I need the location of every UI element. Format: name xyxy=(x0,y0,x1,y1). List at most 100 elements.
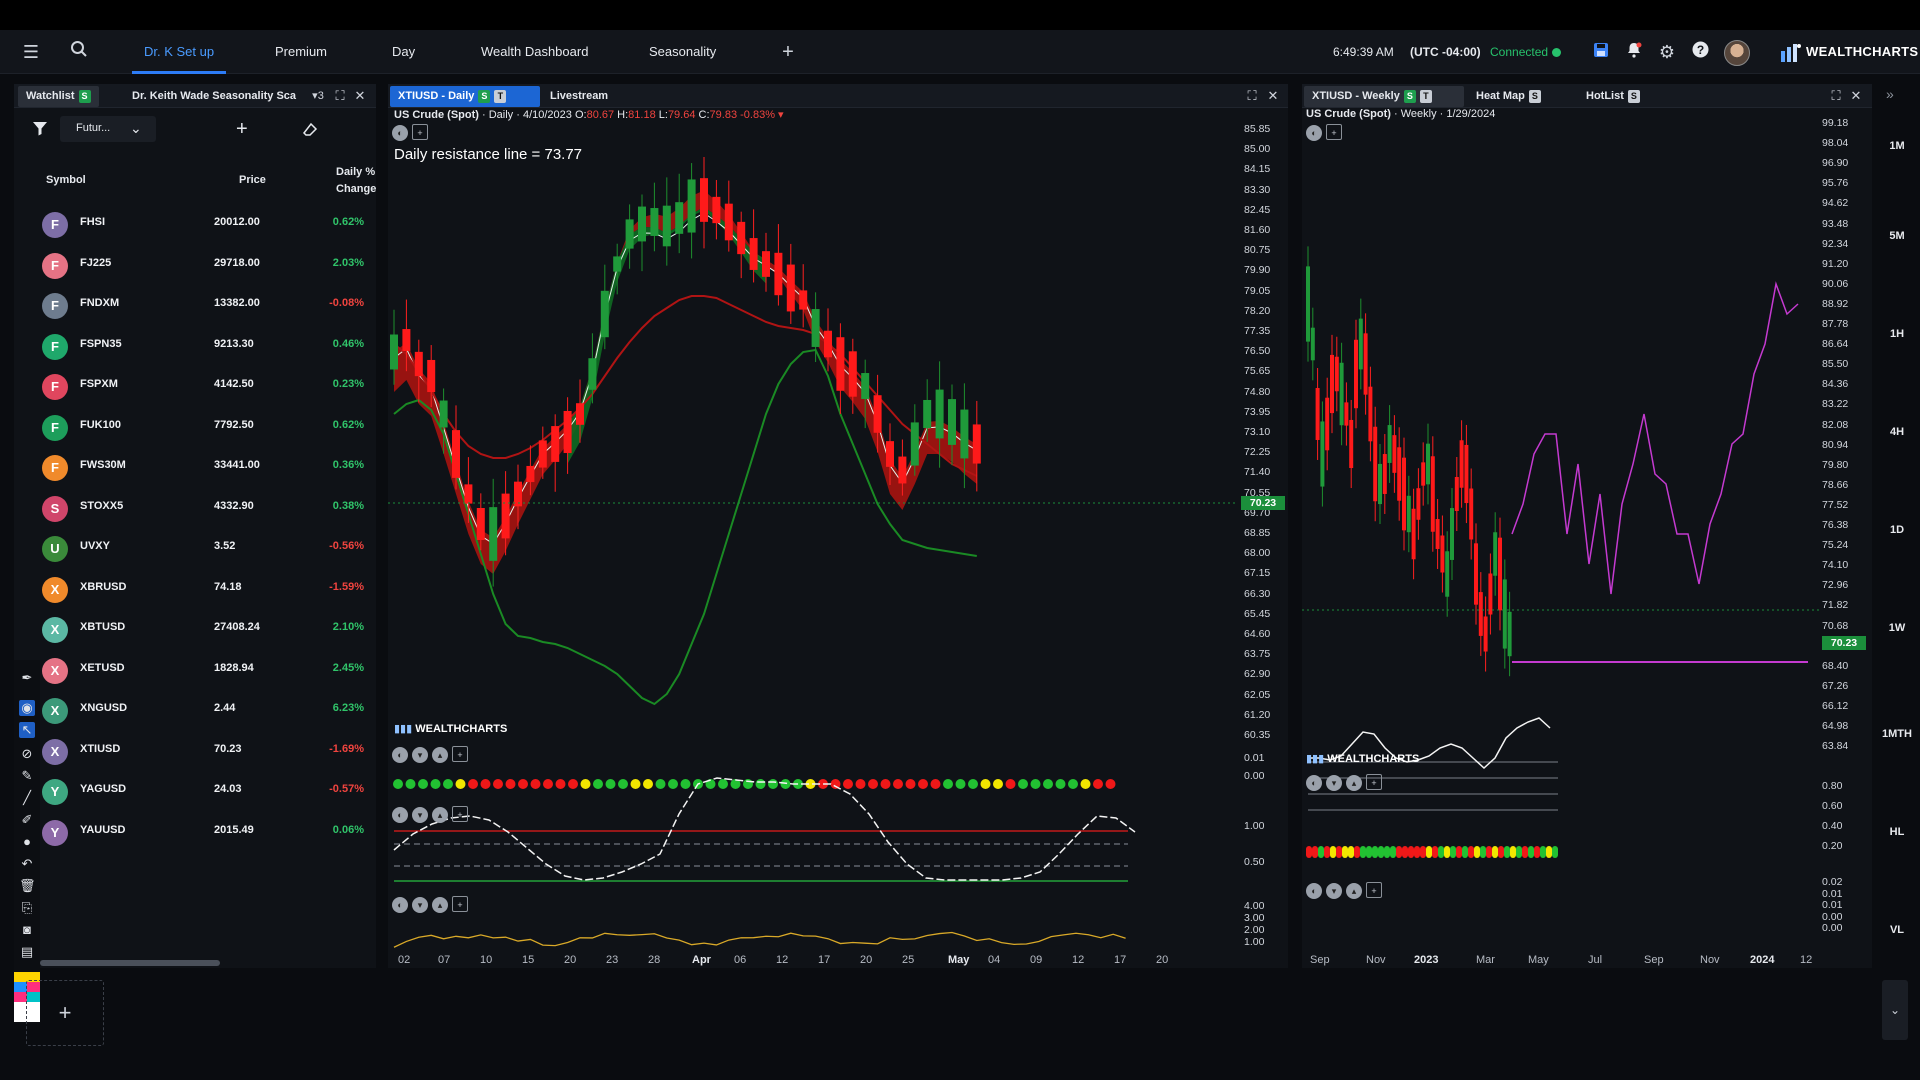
time-axis-label: 20 xyxy=(564,954,577,966)
expand-icon[interactable]: ⛶ xyxy=(1828,88,1844,104)
user-avatar[interactable] xyxy=(1724,40,1750,66)
tab-premium[interactable]: Premium xyxy=(275,30,327,74)
add-symbol-icon[interactable]: + xyxy=(236,118,248,141)
main-nav-bar: ☰ Dr. K Set up Premium Day Wealth Dashbo… xyxy=(0,30,1920,74)
pencil-icon[interactable]: ✎ xyxy=(19,768,35,784)
watchlist-row[interactable]: F FHSI 20012.00 0.62% xyxy=(14,204,370,244)
undo-icon[interactable]: ↶ xyxy=(19,856,35,872)
tab-xtiusd-weekly[interactable]: XTIUSD - Weekly S T xyxy=(1304,86,1464,107)
watchlist-row[interactable]: X XNGUSD 2.44 6.23% xyxy=(14,690,370,730)
timeframe-1d[interactable]: 1D xyxy=(1874,524,1920,536)
signal-strip-cell xyxy=(1444,846,1450,858)
add-tab-icon[interactable]: + xyxy=(776,40,800,64)
candle-body xyxy=(1493,532,1498,576)
candle-body xyxy=(1320,421,1325,487)
tab-seasonality[interactable]: Seasonality xyxy=(649,30,716,74)
timeframe-1h[interactable]: 1H xyxy=(1874,328,1920,340)
watchlist-row[interactable]: Y YAGUSD 24.03 -0.57% xyxy=(14,771,370,811)
signal-strip-cell xyxy=(1486,846,1492,858)
candle-body xyxy=(1430,456,1435,532)
tab-count-dropdown[interactable]: ▾3 xyxy=(304,88,332,104)
timeframe-vl[interactable]: VL xyxy=(1874,924,1920,936)
watchlist-row[interactable]: U UVXY 3.52 -0.56% xyxy=(14,528,370,568)
collapse-right-icon[interactable]: » xyxy=(1886,86,1894,102)
timeframe-5m[interactable]: 5M xyxy=(1874,230,1920,242)
expand-icon[interactable]: ⛶ xyxy=(1244,88,1260,104)
watchlist-row[interactable]: X XBRUSD 74.18 -1.59% xyxy=(14,569,370,609)
tab-wealth-dashboard[interactable]: Wealth Dashboard xyxy=(481,30,588,74)
bell-icon[interactable] xyxy=(1622,40,1646,64)
add-layout-button[interactable]: + xyxy=(26,980,104,1046)
column-symbol[interactable]: Symbol xyxy=(46,174,86,186)
watchlist-row[interactable]: F FSPXM 4142.50 0.23% xyxy=(14,366,370,406)
timeframe-4h[interactable]: 4H xyxy=(1874,426,1920,438)
cursor-icon[interactable]: ↖ xyxy=(19,722,35,738)
candle-body xyxy=(1507,611,1512,657)
clipboard-icon[interactable]: ▤ xyxy=(19,944,35,960)
camera-icon[interactable]: ◙ xyxy=(19,922,35,938)
signal-strip-cell xyxy=(1516,846,1522,858)
filter-dropdown[interactable]: Futur... ⌄ xyxy=(60,116,156,142)
watchlist-row[interactable]: F FNDXM 13382.00 -0.08% xyxy=(14,285,370,325)
brush-icon[interactable]: ✐ xyxy=(19,812,35,828)
tab-dr-k-set-up[interactable]: Dr. K Set up xyxy=(131,30,227,74)
column-daily-pct[interactable]: Daily % xyxy=(336,166,375,178)
filter-icon[interactable] xyxy=(32,120,48,139)
column-price[interactable]: Price xyxy=(239,174,266,186)
tab-livestream[interactable]: Livestream xyxy=(542,86,616,107)
pen-icon[interactable]: ✒ xyxy=(19,670,35,686)
watchlist-row[interactable]: X XETUSD 1828.94 2.45% xyxy=(14,650,370,690)
timeframe-hl[interactable]: HL xyxy=(1874,826,1920,838)
tab-heat-map[interactable]: Heat Map S xyxy=(1468,86,1549,107)
tab-watchlist[interactable]: Watchlist S xyxy=(18,86,99,107)
connection-status: Connected xyxy=(1490,30,1562,74)
hamburger-menu-icon[interactable]: ☰ xyxy=(19,40,43,64)
candle-body xyxy=(1402,457,1406,531)
indicator3-controls[interactable]: ◐ ▾ ▴ + xyxy=(392,896,472,913)
close-icon[interactable]: ✕ xyxy=(352,88,368,104)
weekly-candlestick-chart[interactable] xyxy=(1302,114,1872,974)
dot-icon[interactable]: ● xyxy=(19,834,35,850)
tab-hotlist[interactable]: HotList S xyxy=(1578,86,1648,107)
crosshair-icon[interactable]: ⊘ xyxy=(19,746,35,762)
search-icon[interactable] xyxy=(67,40,91,64)
timeframe-1w[interactable]: 1W xyxy=(1874,622,1920,634)
horizontal-scrollbar[interactable] xyxy=(40,960,220,966)
watchlist-row[interactable]: X XTIUSD 70.23 -1.69% xyxy=(14,731,370,771)
line-tool-icon[interactable]: ╱ xyxy=(19,790,35,806)
momentum-dot xyxy=(1093,779,1103,789)
indicator1-controls[interactable]: ◐ ▾ ▴ + xyxy=(392,746,472,763)
price-axis-label: 0.01 xyxy=(1822,887,1843,900)
help-icon[interactable]: ? xyxy=(1688,40,1712,64)
close-icon[interactable]: ✕ xyxy=(1848,88,1864,104)
indicator2-controls[interactable]: ◐ ▾ ▴ + xyxy=(392,806,472,823)
daily-candlestick-chart[interactable] xyxy=(388,114,1288,974)
indicator2-controls[interactable]: ◐ ▾ ▴ + xyxy=(1306,882,1386,899)
tab-xtiusd-daily[interactable]: XTIUSD - Daily S T xyxy=(390,86,540,107)
expand-icon[interactable]: ⛶ xyxy=(332,88,348,104)
eraser-icon[interactable] xyxy=(302,122,318,141)
save-icon[interactable] xyxy=(1589,40,1613,64)
watchlist-row[interactable]: X XBTUSD 27408.24 2.10% xyxy=(14,609,370,649)
scroll-down-button[interactable]: ⌄ xyxy=(1882,980,1908,1040)
watchlist-row[interactable]: F FJ225 29718.00 2.03% xyxy=(14,245,370,285)
price-axis-label: 79.90 xyxy=(1244,264,1271,277)
copy-icon[interactable]: ⎘ xyxy=(19,900,35,916)
trash-icon[interactable]: 🗑 xyxy=(19,878,36,894)
timeframe-1mth[interactable]: 1MTH xyxy=(1874,728,1920,740)
tab-day[interactable]: Day xyxy=(392,30,415,74)
timeframe-1m[interactable]: 1M xyxy=(1874,140,1920,152)
watchlist-row[interactable]: F FSPN35 9213.30 0.46% xyxy=(14,326,370,366)
price-axis-label: 82.08 xyxy=(1822,418,1849,431)
indicator1-controls[interactable]: ◐ ▾ ▴ + xyxy=(1306,774,1386,791)
tab-seasonality-scanner[interactable]: Dr. Keith Wade Seasonality Sca xyxy=(124,86,314,107)
close-icon[interactable]: ✕ xyxy=(1265,88,1281,104)
watchlist-row[interactable]: F FUK100 7792.50 0.62% xyxy=(14,407,370,447)
price-axis-label: 0.20 xyxy=(1822,840,1843,852)
gear-icon[interactable]: ⚙ xyxy=(1655,40,1679,64)
watchlist-row[interactable]: S STOXX5 4332.90 0.38% xyxy=(14,488,370,528)
watchlist-row[interactable]: F FWS30M 33441.00 0.36% xyxy=(14,447,370,487)
watchlist-row[interactable]: Y YAUUSD 2015.49 0.06% xyxy=(14,812,370,852)
eye-icon[interactable]: ◉ xyxy=(19,700,35,716)
symbol-name: YAGUSD xyxy=(80,783,127,795)
